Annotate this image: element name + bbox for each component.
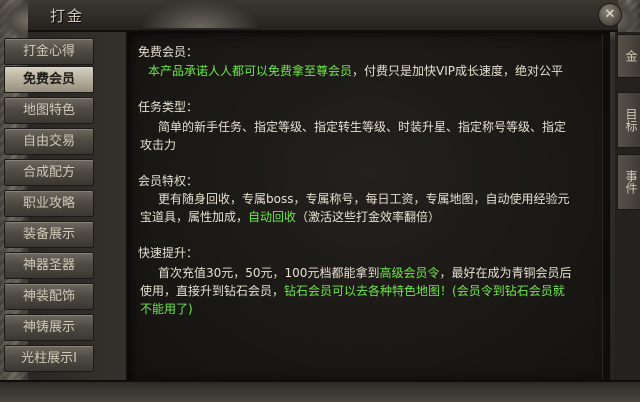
sidebar-item-free-trade[interactable]: 自由交易 (4, 128, 94, 155)
title-dragon-ornament-icon (140, 0, 260, 28)
sidebar-item-light-pillar[interactable]: 光柱展示I (4, 345, 94, 372)
right-tab-event[interactable]: 事件 (617, 154, 640, 210)
boost-text-2a: 使用，直接升到钻石会员， (140, 284, 285, 298)
section-title-free-member: 免费会员： (138, 45, 199, 59)
right-tab-gold[interactable]: 金 (617, 34, 640, 78)
bottom-border (0, 380, 640, 402)
task-type-line-2: 攻击力 (140, 138, 177, 152)
scrollbar[interactable] (602, 34, 609, 380)
boost-line-1: 首次充值30元，50元，100元档都能拿到高级会员令，最好在成为青铜会员后 (158, 264, 571, 282)
diamond-member-highlight: 钻石会员可以去各种特色地图！(会员令到钻石会员就 (284, 284, 565, 298)
close-button[interactable]: ✕ (598, 3, 622, 27)
sidebar-item-divine-accessories[interactable]: 神装配饰 (4, 283, 94, 310)
sidebar-item-artifacts[interactable]: 神器圣器 (4, 252, 94, 279)
advanced-token-highlight: 高级会员令 (379, 266, 440, 280)
sidebar-item-free-member[interactable]: 免费会员 (4, 66, 94, 93)
right-tab-goal[interactable]: 目标 (617, 92, 640, 148)
privileges-text-c: （激活这些打金效率翻倍） (296, 210, 441, 224)
sidebar-item-equipment-showcase[interactable]: 装备展示 (4, 221, 94, 248)
privileges-text-a: 宝道具，属性加成， (140, 210, 249, 224)
sidebar-item-map-features[interactable]: 地图特色 (4, 97, 94, 124)
window-title: 打金 (50, 7, 85, 25)
free-member-text: ，付费只是加快VIP成长速度，绝对公平 (352, 64, 564, 78)
title-bar (28, 0, 618, 32)
section-title-task-type: 任务类型： (138, 100, 199, 114)
boost-line-2: 使用，直接升到钻石会员，钻石会员可以去各种特色地图！(会员令到钻石会员就 (140, 282, 565, 300)
auto-recycle-highlight: 自动回收 (248, 210, 297, 224)
sidebar-item-gold-tips[interactable]: 打金心得 (4, 38, 94, 65)
sidebar-item-class-guide[interactable]: 职业攻略 (4, 190, 94, 217)
free-member-line-1: 本产品承诺人人都可以免费拿至尊会员，付费只是加快VIP成长速度，绝对公平 (148, 62, 563, 80)
sidebar-item-recipes[interactable]: 合成配方 (4, 159, 94, 186)
boost-line-3: 不能用了) (140, 302, 193, 316)
boost-text-c: ，最好在成为青铜会员后 (439, 266, 572, 280)
section-title-member-privileges: 会员特权： (138, 174, 199, 188)
boost-text-a: 首次充值30元，50元，100元档都能拿到 (158, 266, 380, 280)
right-tab-strip (615, 32, 640, 402)
sidebar-item-divine-forge[interactable]: 神铸展示 (4, 314, 94, 341)
privileges-line-2: 宝道具，属性加成，自动回收（激活这些打金效率翻倍） (140, 208, 440, 226)
section-title-quick-boost: 快速提升： (138, 246, 199, 260)
free-member-highlight: 本产品承诺人人都可以免费拿至尊会员 (148, 64, 353, 78)
task-type-line-1: 简单的新手任务、指定等级、指定转生等级、时装升星、指定称号等级、指定 (158, 120, 567, 134)
privileges-line-1: 更有随身回收，专属boss，专属称号，每日工资，专属地图，自动使用经验元 (158, 192, 570, 206)
